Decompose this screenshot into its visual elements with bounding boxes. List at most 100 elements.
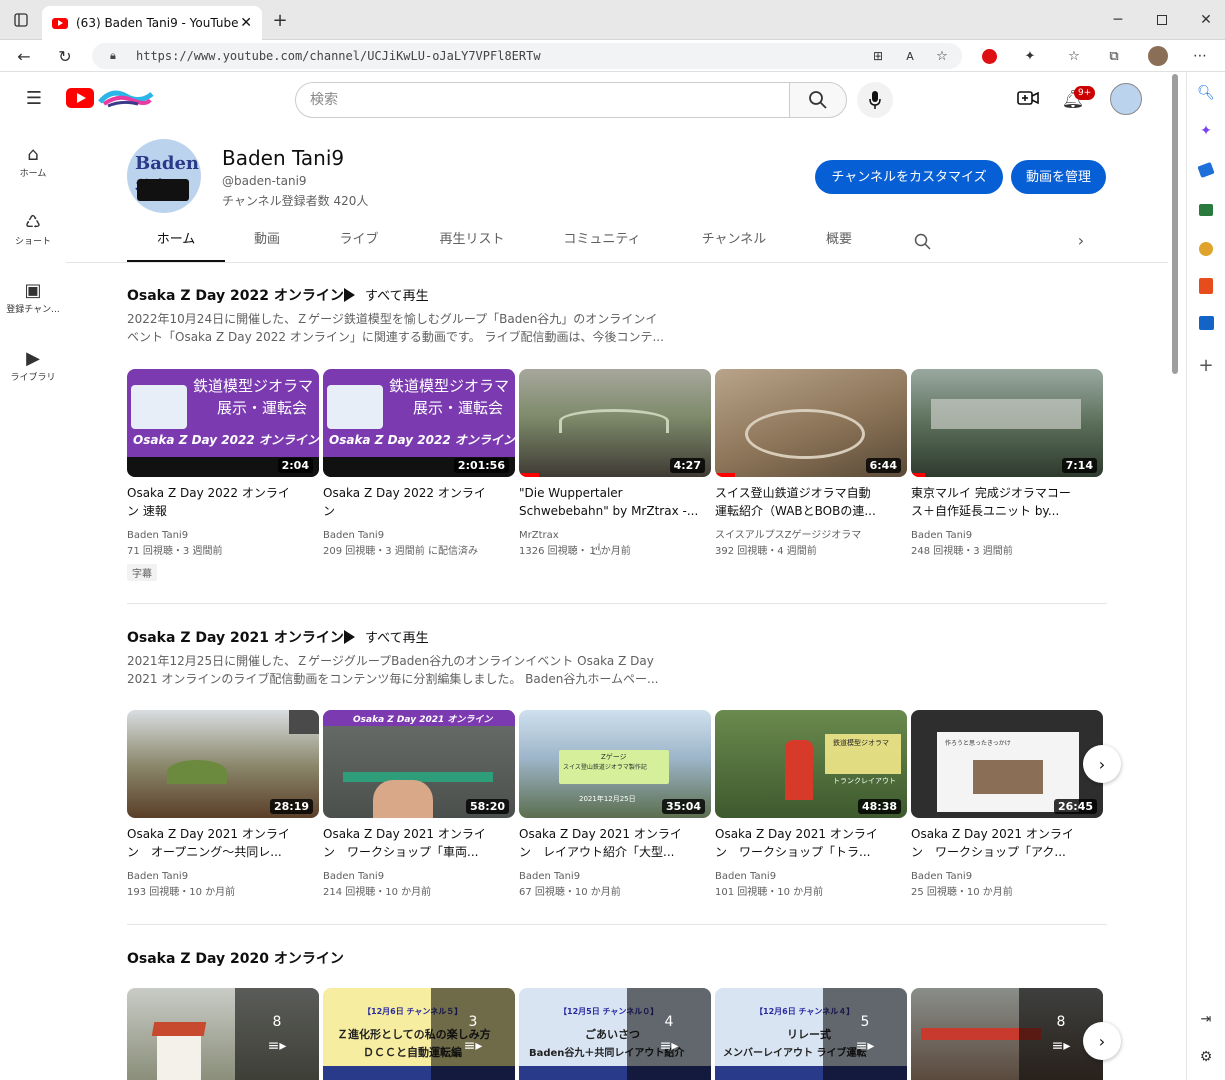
edge-sidebar: 🔍︎ ✦ + ⇥ ⚙ (1186, 72, 1225, 1080)
duration-badge: 35:04 (661, 799, 705, 814)
playlist-thumbnail[interactable]: 【12月6日 チャンネル５】 Ｚ進化形としての私の楽しみ方 ＤＣＣと自動運転編 … (323, 988, 515, 1080)
copilot-icon[interactable]: ✦ (1197, 122, 1215, 140)
playlist-thumbnail[interactable]: 8 ≡▸ (127, 988, 319, 1080)
shopping-icon[interactable] (1197, 161, 1215, 179)
video-title[interactable]: Osaka Z Day 2021 オンライン オープニング～共同レ... (127, 825, 313, 861)
doodle-logo-icon[interactable] (98, 86, 154, 108)
video-title[interactable]: Osaka Z Day 2021 オンライン レイアウト紹介「大型... (519, 825, 705, 861)
tools-icon[interactable] (1199, 204, 1213, 216)
favorites-icon[interactable]: ☆ (1066, 48, 1082, 64)
sidebar-settings-icon[interactable]: ⚙ (1197, 1048, 1215, 1066)
section-title[interactable]: Osaka Z Day 2021 オンライン (127, 627, 344, 647)
video-thumbnail[interactable]: Osaka Z Day 2021 オンライン 58:20 (323, 710, 515, 818)
guide-item-subscriptions[interactable]: ▣ 登録チャン... (0, 278, 66, 316)
profile-avatar[interactable] (1148, 46, 1168, 66)
tab-live[interactable]: ライブ (327, 224, 391, 262)
tab-videos[interactable]: 動画 (237, 224, 297, 262)
tab-playlists[interactable]: 再生リスト (427, 224, 517, 262)
scrollbar-thumb[interactable] (1172, 74, 1178, 374)
home-icon: ⌂ (27, 143, 39, 165)
customize-channel-button[interactable]: チャンネルをカスタマイズ (815, 160, 1003, 194)
duration-badge: 26:45 (1053, 799, 1097, 814)
section-title[interactable]: Osaka Z Day 2022 オンライン (127, 285, 344, 305)
section-title[interactable]: Osaka Z Day 2020 オンライン (127, 948, 344, 968)
video-thumbnail[interactable]: 鉄道模型ジオラマ トランクレイアウト 48:38 (715, 710, 907, 818)
extension-red-icon[interactable] (982, 49, 997, 64)
video-thumbnail[interactable]: 6:44 (715, 369, 907, 477)
favorite-add-icon[interactable]: ☆ (934, 48, 950, 64)
voice-search-button[interactable] (857, 82, 893, 118)
minimize-icon[interactable]: ─ (1108, 10, 1128, 30)
playlist-count-overlay: 3 ≡▸ (431, 988, 515, 1080)
guide-item-library[interactable]: ▶ ライブラリ (0, 346, 66, 384)
more-menu-icon[interactable]: ⋯ (1190, 46, 1210, 66)
video-title[interactable]: Osaka Z Day 2022 オンライン 速報 (127, 484, 313, 520)
playlist-thumbnail[interactable]: 【12月5日 チャンネル０】 ごあいさつ Baden谷九＋共同レイアウト紹介 4… (519, 988, 711, 1080)
search-icon[interactable]: 🔍︎ (1197, 84, 1215, 102)
tabs-next-icon[interactable]: › (1071, 230, 1091, 250)
video-thumbnail[interactable]: 鉄道模型ジオラマ 展示・運転会 Osaka Z Day 2022 オンライン 2… (323, 369, 515, 477)
app-available-icon[interactable]: ⊞ (870, 48, 886, 64)
outlook-icon[interactable] (1199, 316, 1214, 330)
video-title[interactable]: Osaka Z Day 2022 オンライン (323, 484, 509, 520)
guide-item-home[interactable]: ⌂ ホーム (0, 142, 66, 180)
video-thumbnail[interactable]: Zゲージ スイス登山鉄道ジオラマ製作記 2021年12月25日 35:04 (519, 710, 711, 818)
video-title[interactable]: "Die Wuppertaler Schwebebahn" by MrZtrax … (519, 484, 705, 520)
video-thumbnail[interactable]: 作ろうと思ったきっかけ 26:45 (911, 710, 1103, 818)
tab-channels[interactable]: チャンネル (692, 224, 776, 262)
hide-sidebar-icon[interactable]: ⇥ (1197, 1010, 1215, 1028)
extensions-icon[interactable]: ✦ (1022, 48, 1038, 64)
video-thumbnail[interactable]: 鉄道模型ジオラマ 展示・運転会 Osaka Z Day 2022 オンライン 2… (127, 369, 319, 477)
tabs-divider (66, 262, 1168, 263)
back-icon[interactable]: ← (14, 46, 34, 66)
maximize-icon[interactable] (1152, 10, 1172, 30)
chevron-right-icon: › (1098, 1031, 1106, 1051)
tab-home[interactable]: ホーム (127, 224, 225, 262)
browser-tab[interactable]: (63) Baden Tani9 - YouTube ✕ (42, 6, 262, 40)
video-title[interactable]: Osaka Z Day 2021 オンライン ワークショップ「トラ... (715, 825, 901, 861)
playlist-thumbnail[interactable]: 【12月6日 チャンネル４】 リレー式 メンバーレイアウト ライブ運転 5 ≡▸ (715, 988, 907, 1080)
close-window-icon[interactable]: ✕ (1196, 10, 1216, 30)
video-title[interactable]: Osaka Z Day 2021 オンライン ワークショップ「車両... (323, 825, 509, 861)
collections-icon[interactable]: ⧉ (1106, 48, 1122, 64)
play-all-button[interactable]: すべて再生 (344, 627, 429, 646)
video-title[interactable]: スイス登山鉄道ジオラマ自動 運転紹介（WABとBOBの連... (715, 484, 901, 520)
games-icon[interactable] (1199, 242, 1213, 256)
subscriber-count: チャンネル登録者数 420人 (222, 194, 369, 208)
video-thumbnail[interactable]: 4:27 (519, 369, 711, 477)
shelf-next-button[interactable]: › (1083, 1022, 1121, 1060)
guide-item-shorts[interactable]: ♺ ショート (0, 210, 66, 248)
search-button[interactable] (789, 82, 847, 118)
search-input[interactable]: 検索 (295, 82, 790, 118)
play-all-button[interactable]: すべて再生 (344, 285, 429, 304)
library-icon: ▶ (26, 347, 40, 369)
caption-badge: 字幕 (127, 564, 157, 581)
close-tab-icon[interactable]: ✕ (240, 15, 252, 31)
read-aloud-icon[interactable]: A (902, 48, 918, 64)
reload-icon[interactable]: ↻ (55, 46, 75, 66)
new-tab-icon[interactable]: + (270, 10, 290, 31)
office-icon[interactable] (1199, 278, 1213, 294)
tab-community[interactable]: コミュニティ (552, 224, 652, 262)
shelf-next-button[interactable]: › (1083, 745, 1121, 783)
video-thumbnail[interactable]: 7:14 (911, 369, 1103, 477)
manage-videos-button[interactable]: 動画を管理 (1011, 160, 1106, 194)
channel-avatar: Baden谷九 (127, 139, 201, 213)
account-avatar[interactable] (1110, 83, 1142, 115)
address-bar[interactable]: 🔒︎ https://www.youtube.com/channel/UCJiK… (92, 43, 962, 69)
baden-logo-icon (327, 385, 383, 429)
tab-actions-icon[interactable] (12, 12, 30, 28)
playlist-icon: ≡▸ (463, 1038, 483, 1054)
video-title[interactable]: Osaka Z Day 2021 オンライン ワークショップ「アク... (911, 825, 1097, 861)
playlist-thumbnail[interactable]: 8 ≡▸ (911, 988, 1103, 1080)
video-thumbnail[interactable]: 28:19 (127, 710, 319, 818)
video-title[interactable]: 東京マルイ 完成ジオラマコー ス＋自作延長ユニット by... (911, 484, 1097, 520)
video-meta: Baden Tani9 193 回視聴・10 か月前 (127, 871, 236, 898)
add-sidebar-icon[interactable]: + (1197, 355, 1215, 376)
video-meta: Baden Tani9 71 回視聴・3 週間前 (127, 530, 223, 557)
hamburger-menu-icon[interactable]: ☰ (24, 88, 44, 109)
tab-about[interactable]: 概要 (812, 224, 866, 262)
create-video-icon[interactable] (1016, 88, 1040, 108)
channel-search-icon[interactable] (913, 232, 933, 252)
youtube-logo-icon[interactable] (66, 88, 94, 108)
